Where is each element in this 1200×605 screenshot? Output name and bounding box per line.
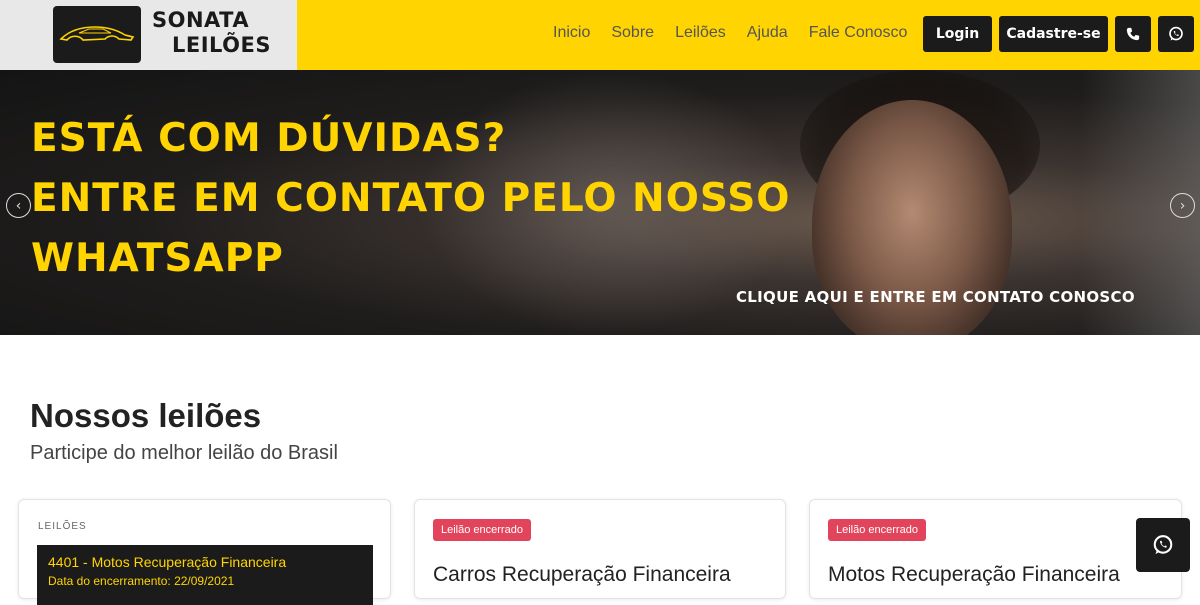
hero-cta-link[interactable]: CLIQUE AQUI E ENTRE EM CONTATO CONOSCO <box>736 288 1135 306</box>
brand-line-1: SONATA <box>152 8 250 32</box>
car-silhouette-icon <box>59 26 135 41</box>
chevron-right-icon: › <box>1179 197 1186 214</box>
status-badge: Leilão encerrado <box>433 519 531 541</box>
login-button[interactable]: Login <box>923 16 992 52</box>
nav-fale-conosco[interactable]: Fale Conosco <box>809 24 908 42</box>
auctions-list-card: LEILÕES 4401 - Motos Recuperação Finance… <box>18 499 391 605</box>
section-subtitle: Participe do melhor leilão do Brasil <box>30 442 338 464</box>
auction-item-date: Data do encerramento: 22/09/2021 <box>48 574 235 588</box>
phone-icon <box>1126 27 1140 41</box>
hero-heading-line-3: WHATSAPP <box>31 236 284 281</box>
carousel-next-button[interactable]: › <box>1170 193 1195 218</box>
signup-button[interactable]: Cadastre-se <box>999 16 1108 52</box>
logo-panel[interactable]: SONATA LEILÕES <box>0 0 297 70</box>
auction-item-title: 4401 - Motos Recuperação Financeira <box>48 554 287 570</box>
nav-sobre[interactable]: Sobre <box>611 24 654 42</box>
chevron-left-icon: ‹ <box>15 197 22 214</box>
hero-banner[interactable]: ESTÁ COM DÚVIDAS? ENTRE EM CONTATO PELO … <box>0 70 1200 335</box>
floating-whatsapp-button[interactable] <box>1136 518 1190 572</box>
nav-leiloes[interactable]: Leilões <box>675 24 726 42</box>
hero-heading-line-2: ENTRE EM CONTATO PELO NOSSO <box>31 176 791 221</box>
nav-ajuda[interactable]: Ajuda <box>747 24 788 42</box>
whatsapp-icon <box>1169 26 1183 41</box>
auction-card[interactable]: Leilão encerrado Carros Recuperação Fina… <box>414 499 786 599</box>
brand-name: SONATA LEILÕES <box>152 8 292 58</box>
main-nav: Inicio Sobre Leilões Ajuda Fale Conosco <box>553 24 928 42</box>
auction-list-item[interactable]: 4401 - Motos Recuperação Financeira Data… <box>37 545 373 605</box>
phone-button[interactable] <box>1115 16 1151 52</box>
whatsapp-icon <box>1153 535 1173 555</box>
top-header: SONATA LEILÕES Inicio Sobre Leilões Ajud… <box>0 0 1200 70</box>
logo-badge <box>53 6 141 63</box>
whatsapp-button[interactable] <box>1158 16 1194 52</box>
brand-line-2: LEILÕES <box>172 33 271 57</box>
auction-card[interactable]: Leilão encerrado Motos Recuperação Finan… <box>809 499 1182 599</box>
status-badge: Leilão encerrado <box>828 519 926 541</box>
auction-card-title[interactable]: Motos Recuperação Financeira <box>828 563 1120 587</box>
card-label: LEILÕES <box>38 521 87 532</box>
auction-card-title[interactable]: Carros Recuperação Financeira <box>433 563 731 587</box>
nav-inicio[interactable]: Inicio <box>553 24 590 42</box>
carousel-prev-button[interactable]: ‹ <box>6 193 31 218</box>
hero-heading-line-1: ESTÁ COM DÚVIDAS? <box>31 116 507 161</box>
section-title: Nossos leilões <box>30 397 262 434</box>
